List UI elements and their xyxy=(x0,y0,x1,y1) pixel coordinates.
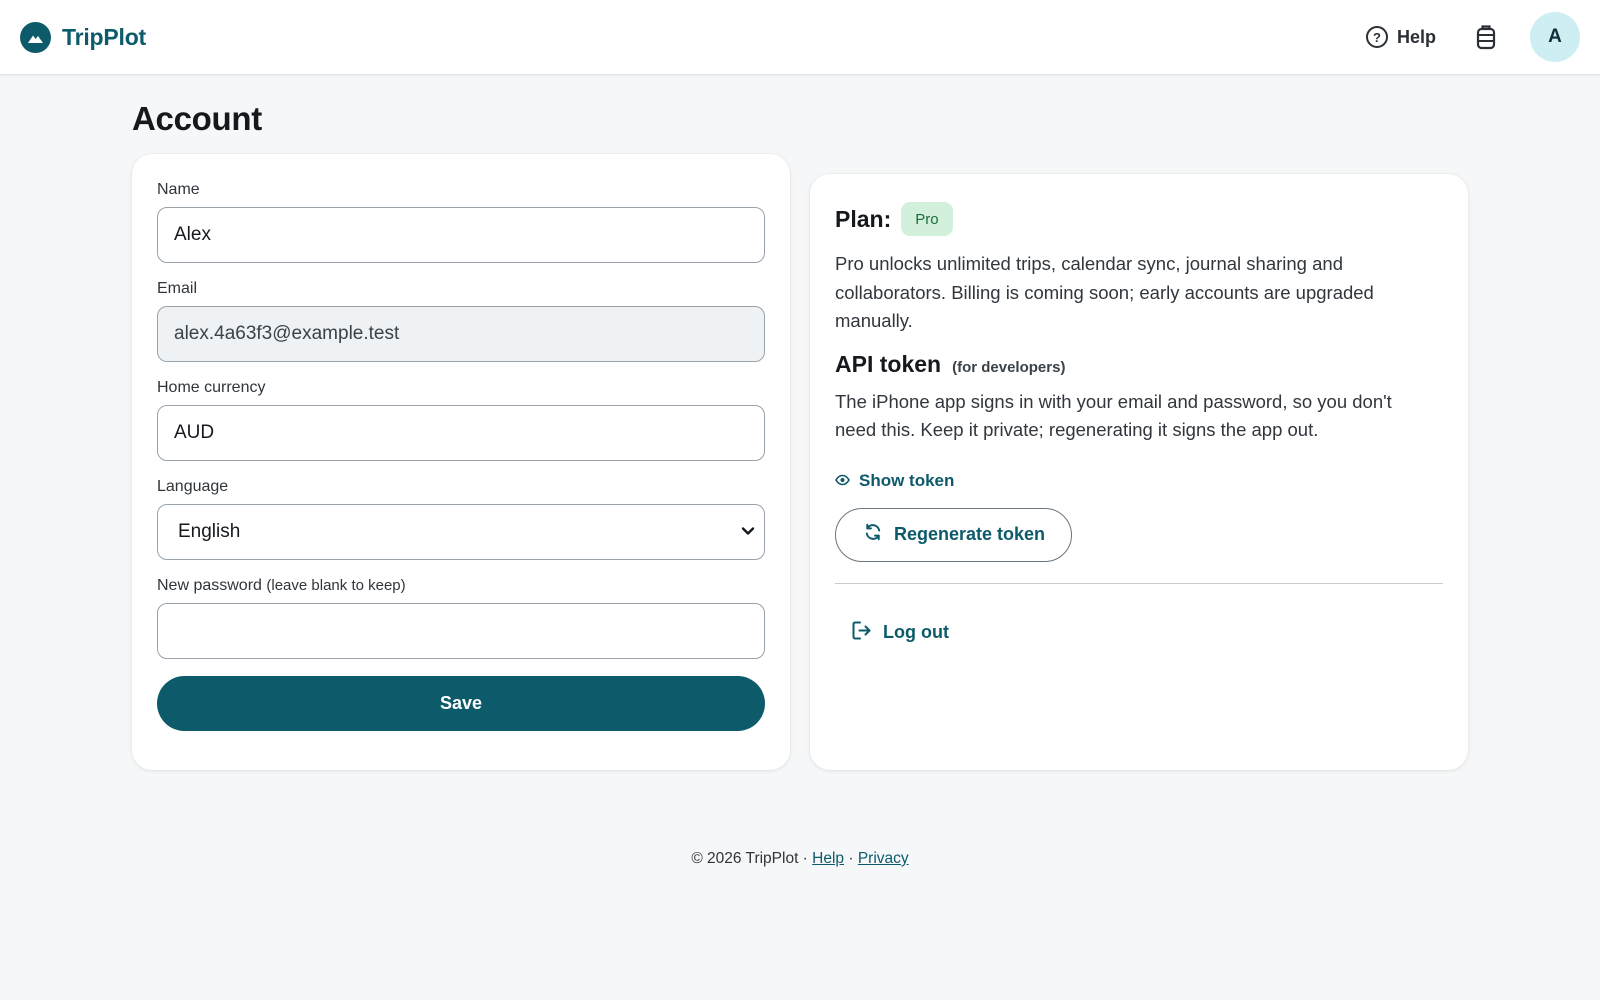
regenerate-token-label: Regenerate token xyxy=(894,524,1046,544)
api-token-header: API token (for developers) xyxy=(835,351,1443,378)
footer-separator: · xyxy=(848,850,854,867)
help-label: Help xyxy=(1396,26,1436,47)
language-select-value: English xyxy=(157,504,765,560)
chevron-down-icon xyxy=(737,520,759,547)
top-bar: TripPlot ? Help A xyxy=(0,0,1600,75)
help-link[interactable]: ? Help xyxy=(1365,26,1436,48)
footer-privacy-link[interactable]: Privacy xyxy=(858,850,909,867)
language-field: Language English xyxy=(157,478,765,560)
email-label: Email xyxy=(157,280,198,297)
refresh-icon xyxy=(863,522,883,547)
password-label-text: New password xyxy=(157,577,262,594)
brand-name: TripPlot xyxy=(62,23,147,50)
currency-input[interactable] xyxy=(157,405,765,461)
email-input[interactable] xyxy=(157,306,765,362)
password-hint: (leave blank to keep) xyxy=(266,577,406,594)
footer: © 2026 TripPlot · Help · Privacy xyxy=(0,850,1600,868)
plan-title: Plan: xyxy=(835,205,892,232)
name-field: Name xyxy=(157,181,765,263)
page-title: Account xyxy=(132,100,262,137)
api-token-subtitle: (for developers) xyxy=(952,358,1066,376)
currency-field: Home currency xyxy=(157,379,765,461)
footer-copyright: © 2026 TripPlot · xyxy=(691,850,808,867)
account-form-card: Name Email Home currency Language Englis… xyxy=(132,154,790,770)
api-token-title: API token xyxy=(835,350,942,377)
name-label: Name xyxy=(157,181,200,198)
logout-button[interactable]: Log out xyxy=(851,620,1443,646)
user-avatar[interactable]: A xyxy=(1530,12,1580,62)
language-select[interactable]: English xyxy=(157,504,765,560)
logout-label: Log out xyxy=(883,622,949,642)
api-token-description: The iPhone app signs in with your email … xyxy=(835,390,1392,441)
footer-help-link[interactable]: Help xyxy=(812,850,844,867)
plan-description: Pro unlocks unlimited trips, calendar sy… xyxy=(835,253,1374,331)
name-input[interactable] xyxy=(157,207,765,263)
brand-link[interactable]: TripPlot xyxy=(20,21,147,53)
help-circle-icon: ? xyxy=(1365,26,1388,48)
logout-icon xyxy=(851,620,872,646)
plan-card: Plan: Pro Pro unlocks unlimited trips, c… xyxy=(810,174,1468,770)
currency-label: Home currency xyxy=(157,379,266,396)
password-field: New password (leave blank to keep) xyxy=(157,577,765,659)
save-button[interactable]: Save xyxy=(157,676,765,731)
show-token-label: Show token xyxy=(859,470,955,490)
mountain-logo-icon xyxy=(20,21,51,53)
language-label: Language xyxy=(157,478,229,495)
show-token-button[interactable]: Show token xyxy=(835,471,1443,491)
luggage-icon[interactable] xyxy=(1472,23,1500,51)
top-actions: ? Help A xyxy=(1365,12,1580,62)
section-divider xyxy=(835,582,1443,584)
regenerate-token-button[interactable]: Regenerate token xyxy=(835,507,1073,562)
email-field: Email xyxy=(157,280,765,362)
password-label: New password (leave blank to keep) xyxy=(157,577,765,595)
eye-icon xyxy=(835,471,850,491)
plan-badge: Pro xyxy=(901,202,953,236)
plan-header: Plan: Pro xyxy=(835,202,1443,236)
password-input[interactable] xyxy=(157,603,765,659)
